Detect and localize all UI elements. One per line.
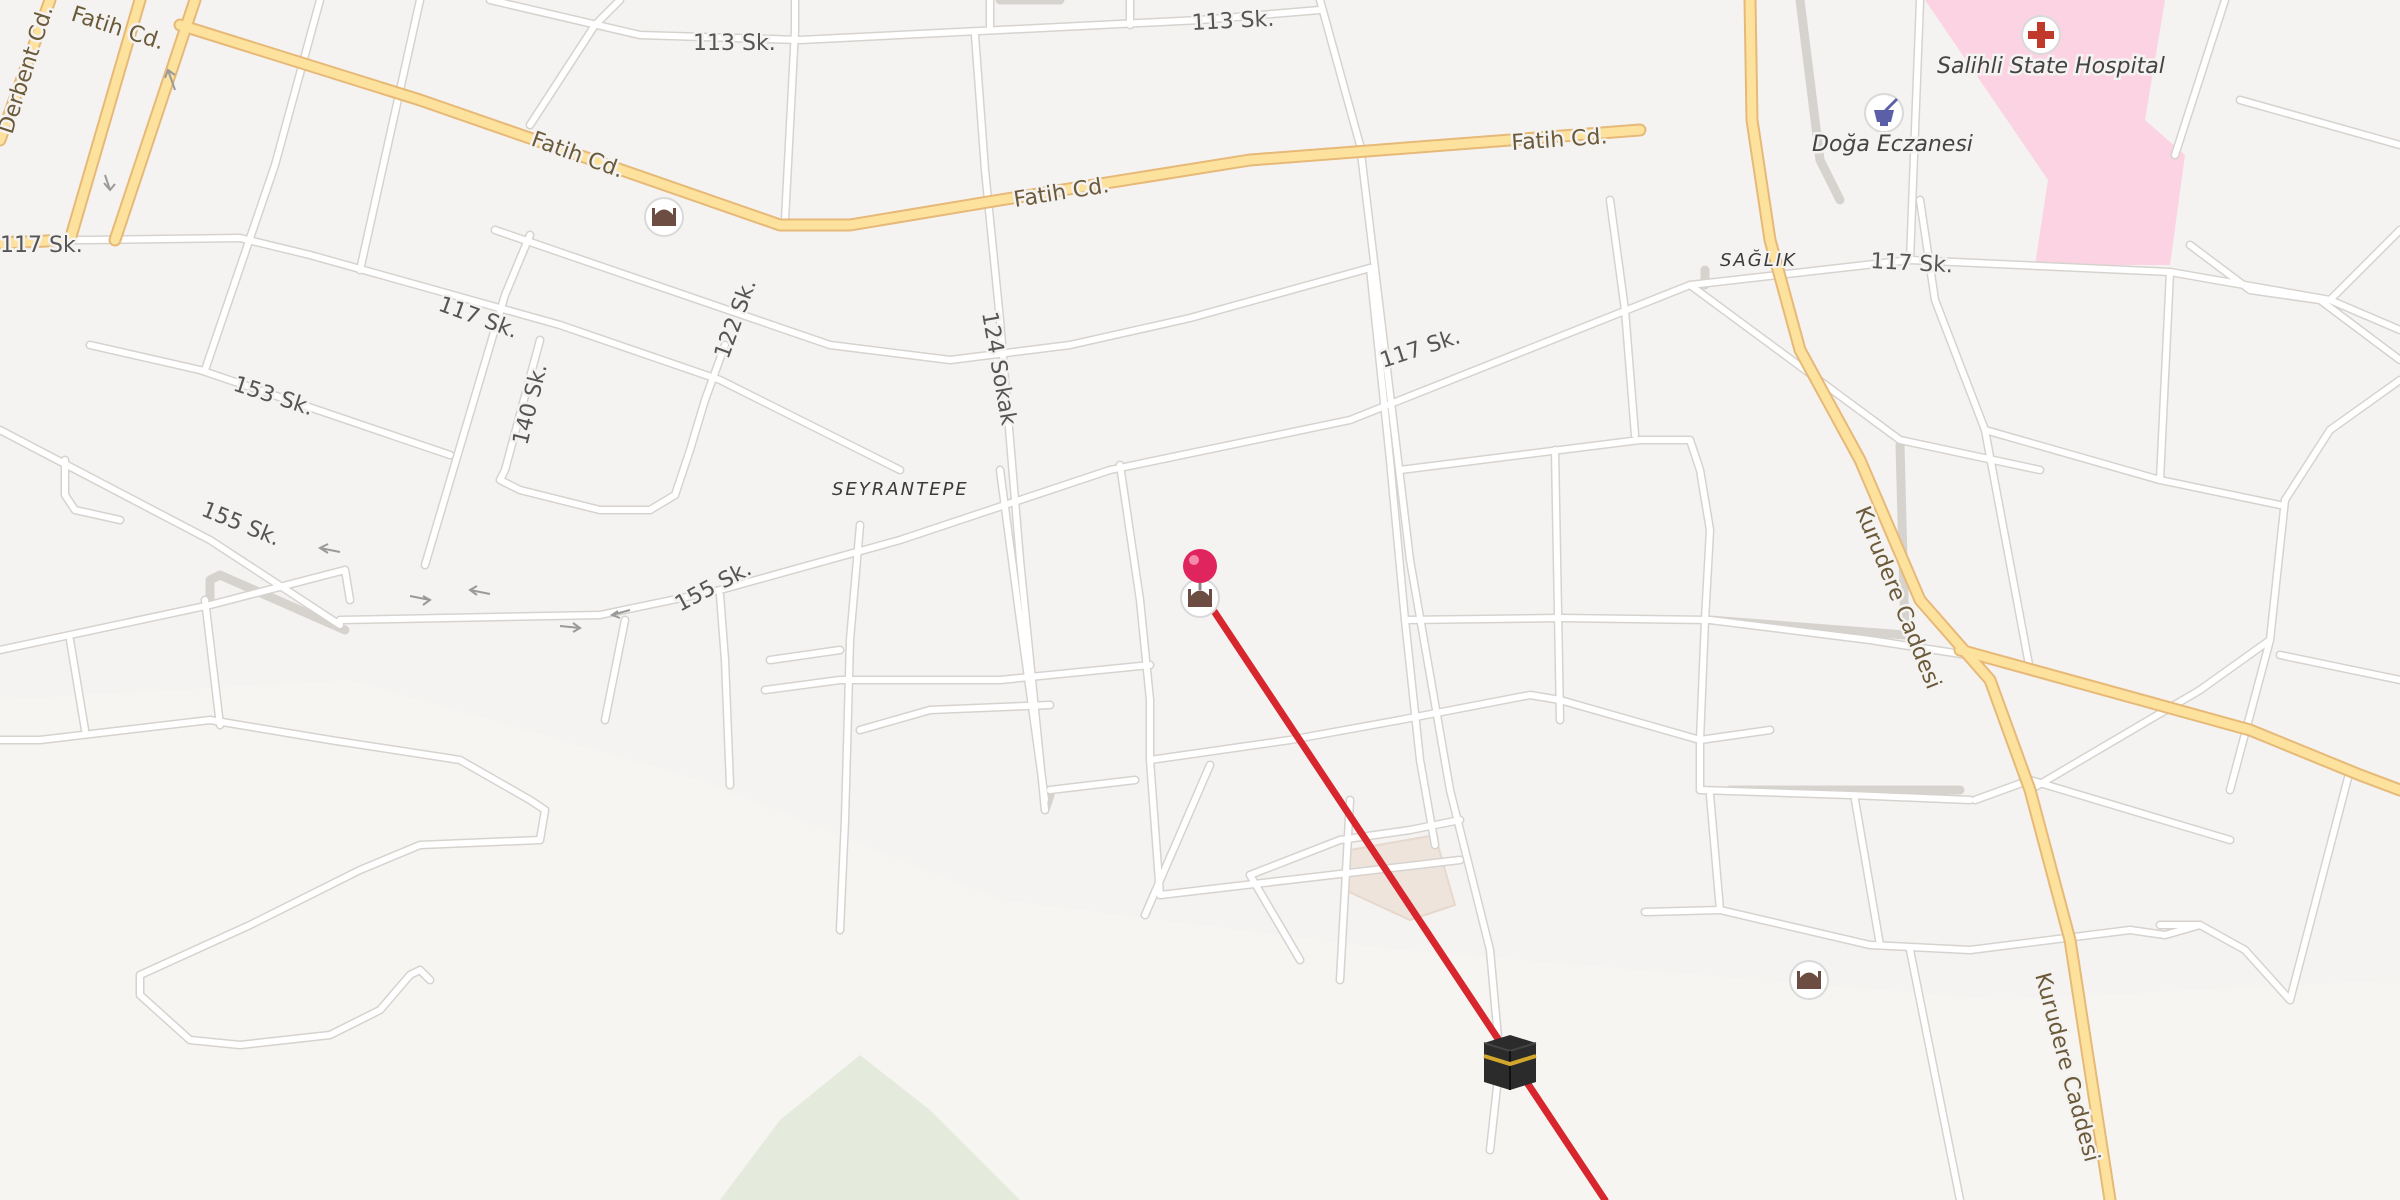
pharmacy-label: Doğa Eczanesi <box>1812 132 1973 157</box>
area-label-seyrantepe: SEYRANTEPE <box>832 479 969 500</box>
street-label-113-sk-b: 113 Sk. <box>1191 7 1275 36</box>
kaaba-icon[interactable] <box>1483 1035 1537 1090</box>
street-label-117-sk-a: 117 Sk. <box>0 233 83 258</box>
map-canvas[interactable]: 113 Sk. 113 Sk. Fatih Cd. Fatih Cd. Fati… <box>0 0 2400 1200</box>
area-label-saglik: SAĞLIK <box>1720 249 1797 271</box>
mosque-icon[interactable] <box>1789 960 1829 1000</box>
mosque-icon[interactable] <box>644 197 684 237</box>
hospital-label: Salihli State Hospital <box>1937 54 2165 79</box>
hospital-cross-icon[interactable] <box>2021 15 2061 55</box>
pharmacy-mortar-icon[interactable] <box>1864 93 1904 133</box>
street-label-117-sk-d: 117 Sk. <box>1870 249 1954 278</box>
street-label-113-sk-a: 113 Sk. <box>693 31 776 56</box>
